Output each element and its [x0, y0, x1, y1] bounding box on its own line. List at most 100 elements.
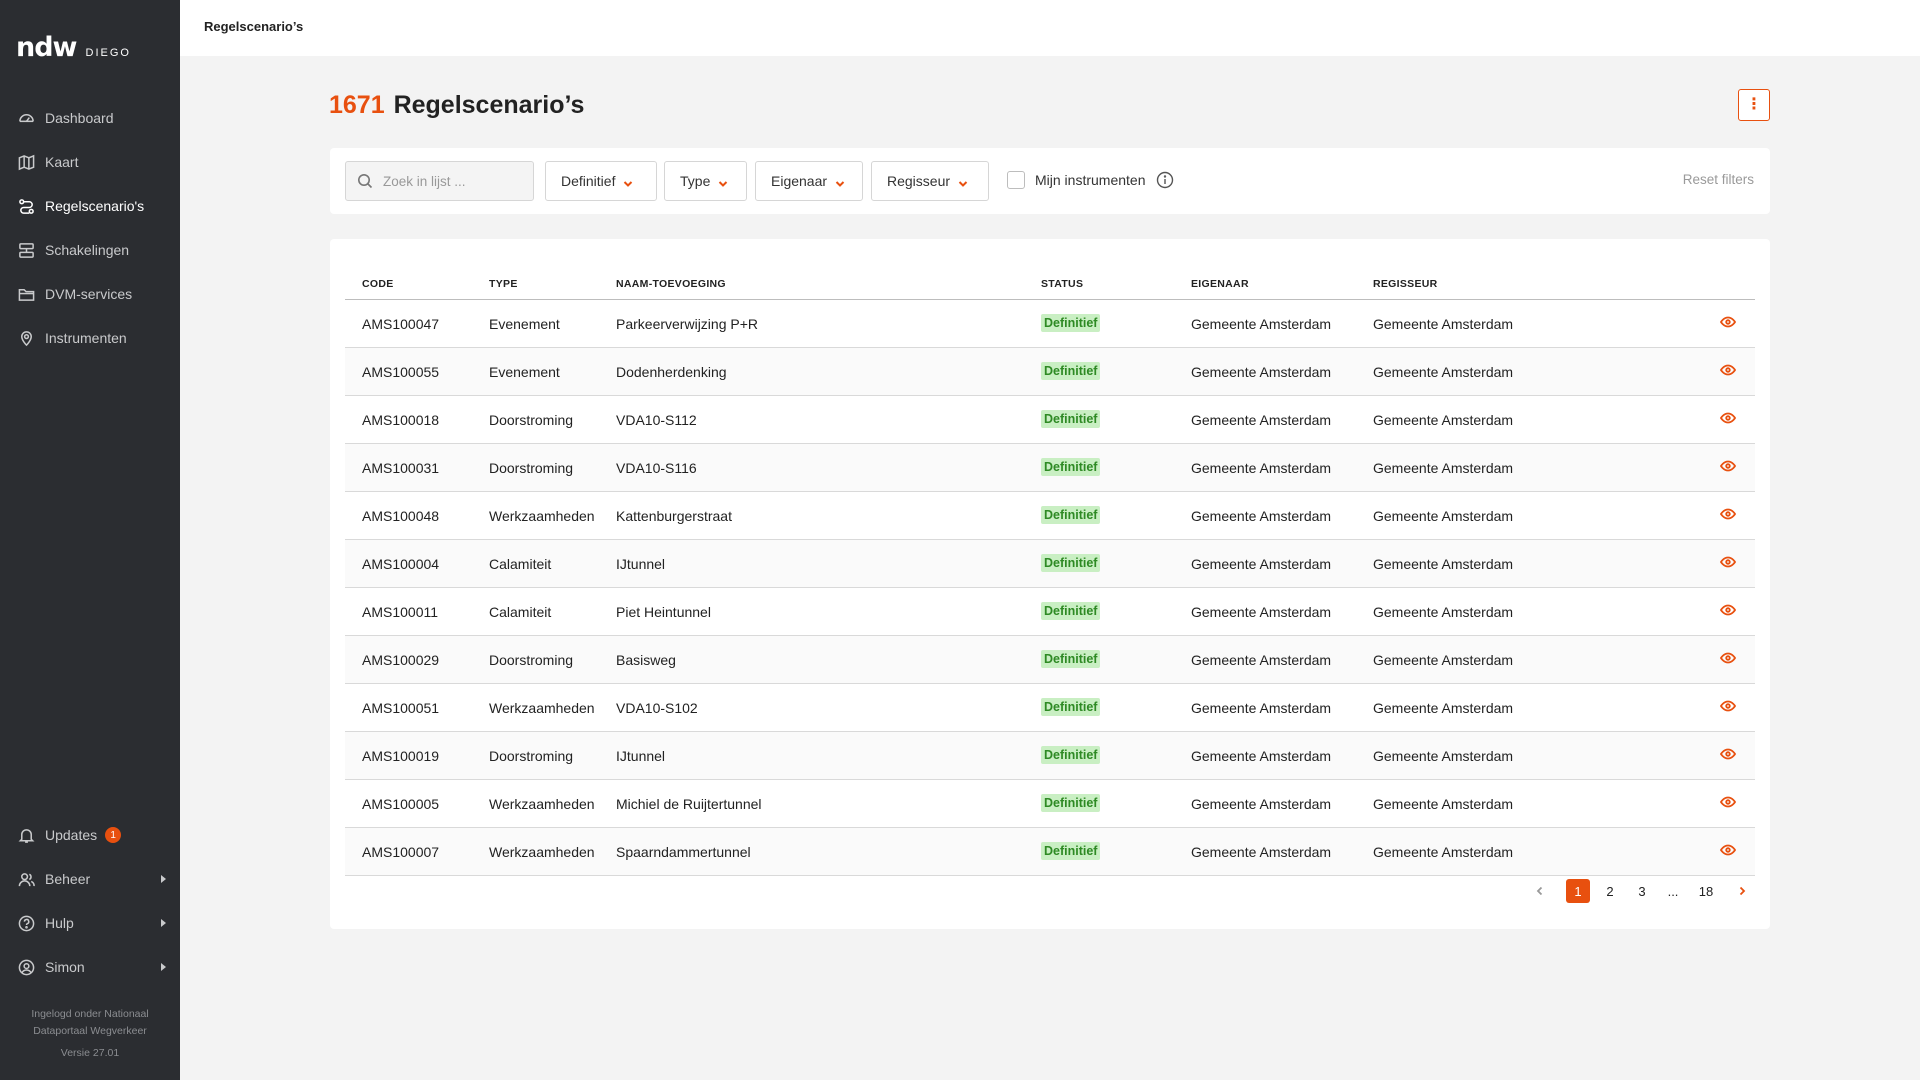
- column-header-type[interactable]: TYPE: [489, 278, 518, 290]
- view-icon[interactable]: [1719, 747, 1738, 761]
- login-info: Ingelogd onder Nationaal Dataportaal Weg…: [0, 1006, 180, 1040]
- table-row[interactable]: AMS100055 Evenement Dodenherdenking Gemeent…: [345, 348, 1755, 396]
- cell-name: VDA10-S116: [616, 460, 697, 476]
- view-icon[interactable]: [1719, 507, 1738, 521]
- column-header-status[interactable]: STATUS: [1041, 278, 1083, 290]
- table-row[interactable]: AMS100051 Werkzaamheden VDA10-S102 Gemeente…: [345, 684, 1755, 732]
- status-filter-dropdown[interactable]: Definitief: [545, 161, 657, 201]
- info-icon[interactable]: [1156, 171, 1174, 189]
- next-page-button[interactable]: [1730, 879, 1754, 903]
- cell-name: VDA10-S112: [616, 412, 697, 428]
- type-filter-dropdown[interactable]: Type: [664, 161, 747, 201]
- table-row[interactable]: AMS100018 Doorstroming VDA10-S112 Gemeente …: [345, 396, 1755, 444]
- view-icon[interactable]: [1719, 843, 1738, 857]
- cell-director: Gemeente Amsterdam: [1373, 316, 1514, 332]
- status-badge: Definitief: [1041, 650, 1101, 668]
- my-instruments-checkbox[interactable]: [1007, 171, 1025, 189]
- sidebar-item-label: Instrumenten: [45, 330, 127, 346]
- table-row[interactable]: AMS100011 Calamiteit Piet Heintunnel Gemeen…: [345, 588, 1755, 636]
- cell-type: Doorstroming: [489, 412, 574, 428]
- view-icon[interactable]: [1719, 699, 1738, 713]
- sidebar-item-user[interactable]: Simon: [0, 945, 180, 989]
- cell-director: Gemeente Amsterdam: [1373, 460, 1514, 476]
- sidebar-item-label: Regelscenario's: [45, 198, 145, 214]
- view-icon[interactable]: [1719, 459, 1738, 473]
- table-row[interactable]: AMS100047 Evenement Parkeerverwijzing P+R G…: [345, 300, 1755, 348]
- sidebar-item-kaart[interactable]: Kaart: [0, 140, 180, 184]
- sidebar-item-schakelingen[interactable]: Schakelingen: [0, 228, 180, 272]
- logo-mark: ndw: [16, 32, 77, 63]
- cell-name: IJtunnel: [616, 748, 666, 764]
- view-icon[interactable]: [1719, 411, 1738, 425]
- view-icon[interactable]: [1719, 363, 1738, 377]
- login-info-line: Ingelogd onder Nationaal: [31, 1008, 149, 1020]
- cell-code: AMS100051: [362, 700, 440, 716]
- cell-type: Werkzaamheden: [489, 700, 595, 716]
- view-icon[interactable]: [1719, 651, 1738, 665]
- director-filter-dropdown[interactable]: Regisseur: [871, 161, 989, 201]
- table-row[interactable]: AMS100048 Werkzaamheden Kattenburgerstraat…: [345, 492, 1755, 540]
- sidebar-item-updates[interactable]: Updates 1: [0, 813, 180, 857]
- map-icon: [17, 153, 35, 171]
- chevron-down-icon: [623, 176, 633, 187]
- cell-code: AMS100011: [362, 604, 439, 620]
- sidebar-item-label: Simon: [45, 959, 85, 975]
- page-button[interactable]: 1: [1566, 879, 1590, 903]
- table-row[interactable]: AMS100029 Doorstroming Basisweg Gemeente Am…: [345, 636, 1755, 684]
- dashboard-icon: [17, 109, 35, 127]
- page-button[interactable]: 18: [1694, 879, 1718, 903]
- search-input[interactable]: [383, 173, 533, 189]
- page-title: 1671 Regelscenario’s: [329, 91, 584, 120]
- logo[interactable]: ndw DIEGO: [16, 32, 131, 63]
- table-body: AMS100047 Evenement Parkeerverwijzing P+R G…: [345, 300, 1755, 876]
- column-header-owner[interactable]: EIGENAAR: [1191, 278, 1249, 290]
- cell-director: Gemeente Amsterdam: [1373, 604, 1514, 620]
- sidebar-item-label: DVM-services: [45, 286, 133, 302]
- owner-filter-dropdown[interactable]: Eigenaar: [755, 161, 863, 201]
- cell-name: Spaarndammertunnel: [616, 844, 751, 860]
- cell-type: Doorstroming: [489, 460, 574, 476]
- search-field[interactable]: [345, 161, 534, 201]
- column-header-code[interactable]: CODE: [362, 278, 394, 290]
- view-icon[interactable]: [1719, 603, 1738, 617]
- table-row[interactable]: AMS100019 Doorstroming IJtunnel Gemeente Am…: [345, 732, 1755, 780]
- column-header-director[interactable]: REGISSEUR: [1373, 278, 1438, 290]
- sidebar-item-hulp[interactable]: Hulp: [0, 901, 180, 945]
- page-button[interactable]: 3: [1630, 879, 1654, 903]
- table-row[interactable]: AMS100007 Werkzaamheden Spaarndammertunnel…: [345, 828, 1755, 876]
- sidebar-item-dvm-services[interactable]: DVM-services: [0, 272, 180, 316]
- sidebar-item-beheer[interactable]: Beheer: [0, 857, 180, 901]
- view-icon[interactable]: [1719, 555, 1738, 569]
- cell-type: Werkzaamheden: [489, 796, 595, 812]
- cell-type: Evenement: [489, 364, 560, 380]
- view-icon[interactable]: [1719, 315, 1738, 329]
- more-options-button[interactable]: ⋮: [1738, 89, 1770, 121]
- cell-name: Kattenburgerstraat: [616, 508, 732, 524]
- reset-filters-button[interactable]: Reset filters: [1683, 172, 1754, 187]
- sidebar-item-label: Updates: [45, 827, 98, 843]
- director-filter-label: Regisseur: [887, 173, 951, 189]
- sidebar-item-instrumenten[interactable]: Instrumenten: [0, 316, 180, 360]
- chevron-down-icon: [835, 176, 845, 187]
- logo-subtitle: DIEGO: [85, 47, 131, 59]
- top-bar: Regelscenario’s: [180, 0, 1920, 56]
- chevron-down-icon: [718, 176, 728, 187]
- page-title-text: Regelscenario’s: [393, 91, 585, 119]
- table-row[interactable]: AMS100031 Doorstroming VDA10-S116 Gemeente …: [345, 444, 1755, 492]
- previous-page-button[interactable]: [1528, 879, 1552, 903]
- view-icon[interactable]: [1719, 795, 1738, 809]
- table-row[interactable]: AMS100004 Calamiteit IJtunnel Gemeente Amst…: [345, 540, 1755, 588]
- status-badge: Definitief: [1041, 314, 1101, 332]
- page-button[interactable]: 2: [1598, 879, 1622, 903]
- sidebar-item-regelscenarios[interactable]: Regelscenario's: [0, 184, 180, 228]
- cell-name: Piet Heintunnel: [616, 604, 711, 620]
- sidebar-nav: Dashboard Kaart Regelscenario's Schakeli…: [0, 96, 180, 360]
- folder-icon: [17, 285, 35, 303]
- cell-type: Werkzaamheden: [489, 508, 595, 524]
- cell-code: AMS100004: [362, 556, 440, 572]
- column-header-name[interactable]: NAAM-TOEVOEGING: [616, 278, 726, 290]
- cell-code: AMS100007: [362, 844, 440, 860]
- table-row[interactable]: AMS100005 Werkzaamheden Michiel de Ruijter…: [345, 780, 1755, 828]
- cell-name: Basisweg: [616, 652, 676, 668]
- sidebar-item-dashboard[interactable]: Dashboard: [0, 96, 180, 140]
